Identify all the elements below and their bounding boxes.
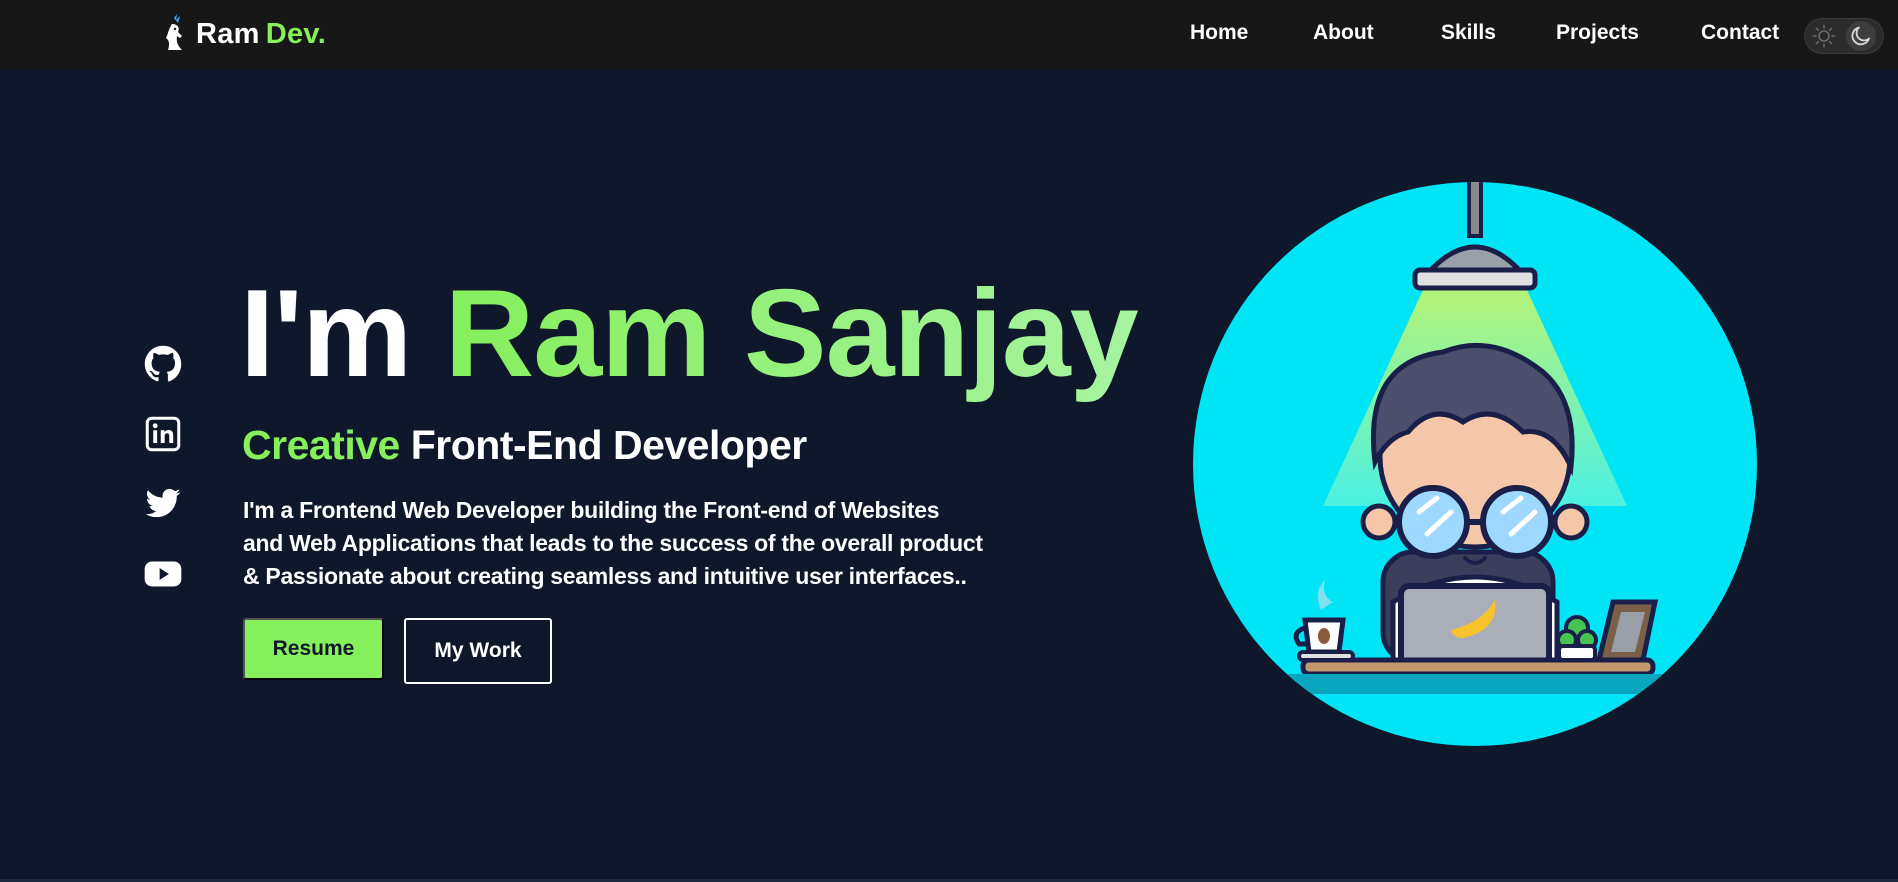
resume-button[interactable]: Resume (243, 618, 384, 680)
nav-item-contact[interactable]: Contact (1701, 21, 1779, 45)
github-icon (144, 345, 182, 382)
youtube-icon (144, 561, 182, 587)
hero-description-line: I'm a Frontend Web Developer building th… (243, 497, 940, 523)
nav-item-about[interactable]: About (1313, 21, 1374, 45)
social-linkedin[interactable] (143, 414, 183, 454)
nav-item-home[interactable]: Home (1190, 21, 1248, 45)
my-work-button[interactable]: My Work (404, 618, 552, 684)
nav-item-projects[interactable]: Projects (1556, 21, 1639, 45)
social-twitter[interactable] (143, 484, 183, 524)
nav-menu: Home About Skills Projects Contact (0, 0, 1898, 69)
social-github[interactable] (143, 344, 183, 384)
navbar: Ram Dev. Home About Skills Projects Cont… (0, 0, 1898, 69)
linkedin-icon (145, 416, 181, 452)
hero-description: I'm a Frontend Web Developer building th… (243, 494, 1023, 593)
hero-title: I'm Ram Sanjay (240, 272, 1139, 396)
hero-subtitle-rest: Front-End Developer (410, 422, 807, 468)
moon-icon (1851, 26, 1870, 46)
hero-title-name: Ram Sanjay (444, 265, 1139, 403)
hero-description-line: and Web Applications that leads to the s… (243, 530, 983, 556)
social-youtube[interactable] (143, 554, 183, 594)
toggle-knob (1846, 21, 1876, 51)
hero-subtitle-accent: Creative (242, 422, 400, 468)
twitter-icon (145, 488, 181, 518)
hero-description-line: & Passionate about creating seamless and… (243, 563, 967, 589)
hero-subtitle: Creative Front-End Developer (242, 422, 807, 469)
hero-title-prefix: I'm (240, 265, 412, 403)
theme-toggle[interactable] (1804, 18, 1884, 54)
developer-at-laptop-illustration (1193, 182, 1757, 746)
sun-icon (1812, 24, 1836, 48)
nav-item-skills[interactable]: Skills (1441, 21, 1496, 45)
